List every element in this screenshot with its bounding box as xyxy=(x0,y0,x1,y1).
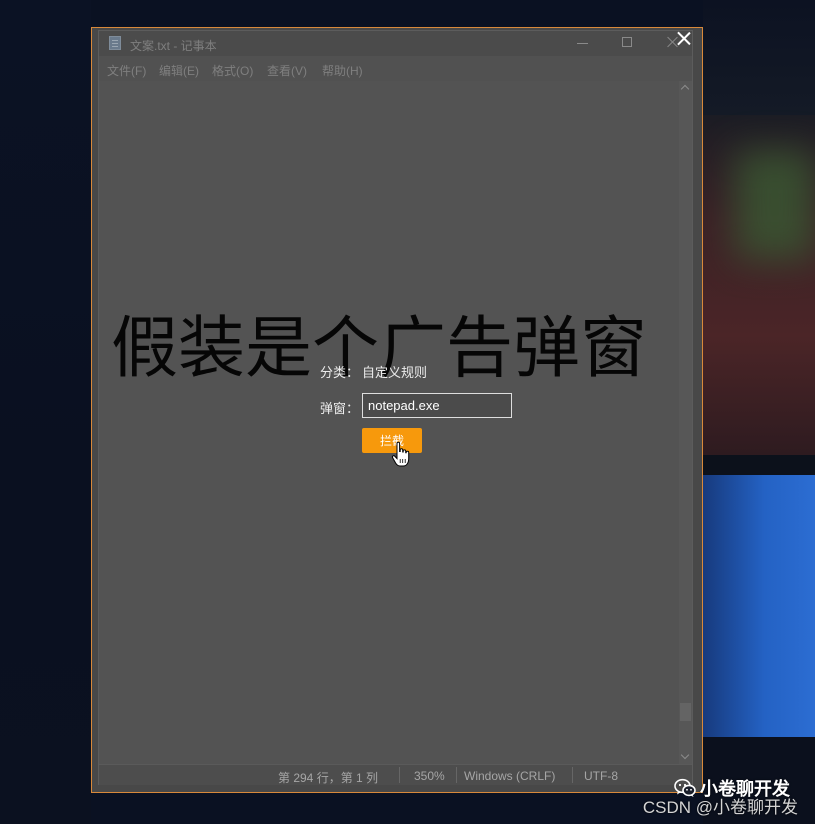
close-icon[interactable] xyxy=(677,32,690,45)
scrollbar-thumb[interactable] xyxy=(680,703,691,721)
popup-label: 弹窗： xyxy=(320,401,360,416)
menu-bar: 文件(F) 编辑(E) 格式(O) 查看(V) 帮助(H) xyxy=(99,57,692,79)
menu-item-file[interactable]: 文件(F) xyxy=(107,62,146,79)
text-editor-area[interactable]: 假装是个广告弹窗 xyxy=(99,81,679,764)
status-zoom: 350% xyxy=(414,769,445,783)
menu-item-edit[interactable]: 编辑(E) xyxy=(159,62,199,79)
menu-item-view[interactable]: 查看(V) xyxy=(267,62,307,79)
desktop-background-window-blue xyxy=(703,475,815,737)
status-separator xyxy=(456,767,457,783)
maximize-icon[interactable] xyxy=(622,37,632,47)
category-value: 自定义规则 xyxy=(362,365,428,380)
status-encoding: UTF-8 xyxy=(584,769,618,783)
window-title: 文案.txt - 记事本 xyxy=(130,39,217,53)
status-cursor-position: 第 294 行，第 1 列 xyxy=(278,771,379,785)
desktop-background xyxy=(0,0,91,824)
desktop-background-glow-green xyxy=(735,150,815,260)
vertical-scrollbar[interactable] xyxy=(679,81,692,764)
menu-item-help[interactable]: 帮助(H) xyxy=(322,62,363,79)
menu-item-format[interactable]: 格式(O) xyxy=(212,62,253,79)
minimize-icon[interactable] xyxy=(577,43,588,44)
status-separator xyxy=(399,767,400,783)
watermark-source: CSDN @小卷聊开发 xyxy=(642,798,798,817)
scroll-down-icon[interactable] xyxy=(680,750,690,760)
status-bar: 第 294 行，第 1 列 350% Windows (CRLF) UTF-8 xyxy=(99,764,692,785)
category-label: 分类： xyxy=(320,365,360,380)
notepad-icon xyxy=(109,36,121,50)
desktop-background-top xyxy=(703,0,815,115)
status-line-ending: Windows (CRLF) xyxy=(464,769,556,783)
notepad-titlebar[interactable]: 文案.txt - 记事本 xyxy=(99,31,692,56)
popup-process-input[interactable] xyxy=(362,393,512,418)
scroll-up-icon[interactable] xyxy=(680,84,690,94)
desktop-background-band xyxy=(703,455,815,475)
status-separator xyxy=(572,767,573,783)
hand-pointer-icon xyxy=(391,441,410,467)
